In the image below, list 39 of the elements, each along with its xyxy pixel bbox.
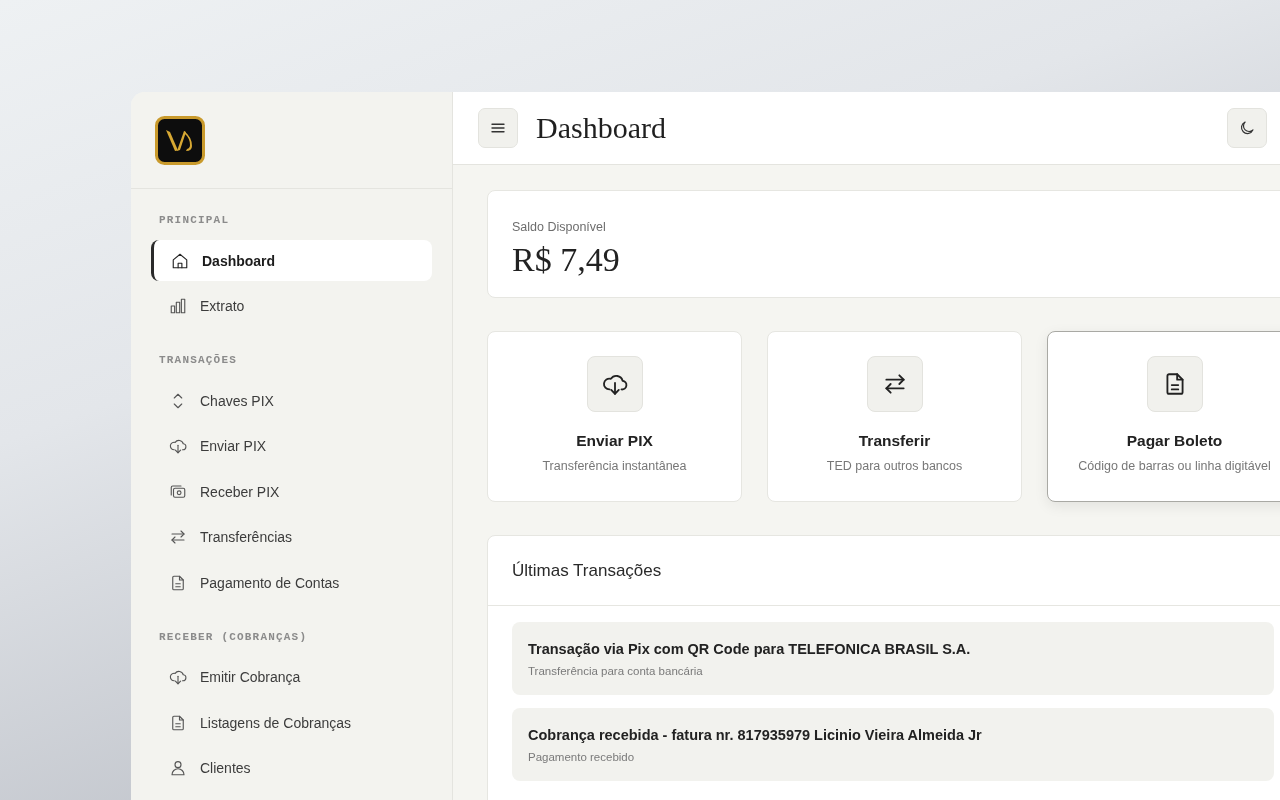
arrows-icon [169,528,187,546]
transaction-subtitle: Pagamento recebido [528,751,635,763]
action-card[interactable]: Pagar Boleto Código de barras ou linha digitável [1047,331,1280,502]
transaction-row[interactable]: Transação via Pix com QR Code para TELEFONICA BRASIL S.A. Transferência para conta bancária [512,622,1274,695]
nav-item[interactable]: Pagamento de Contas [151,562,432,603]
nav-item[interactable]: Extrato [151,285,432,327]
section-title: Últimas Transações [512,560,662,581]
section-heading: TRANSAÇÕES [158,354,238,366]
balance-amount: R$ 7,49 [512,241,620,279]
camera-icon [169,482,187,501]
cloud-download-icon [169,668,187,686]
nav-item[interactable]: Receber PIX [151,471,432,512]
logo-icon [155,115,205,165]
moon-icon [1238,119,1256,137]
document-icon [169,573,187,592]
transaction-row[interactable]: Cobrança recebida - fatura nr. 817935979 Licinio Vieira Almeida Jr Pagamento recebido [512,708,1274,781]
bar-chart-icon [169,297,187,315]
nav-item[interactable]: Clientes [151,747,432,789]
balance-label: Saldo Disponível [512,220,606,234]
theme-toggle-button[interactable] [1227,108,1267,148]
menu-button[interactable] [478,108,518,148]
action-card[interactable]: Transferir TED para outros bancos [767,331,1022,502]
transaction-title: Cobrança recebida - fatura nr. 817935979 Licinio Vieira Almeida Jr [528,727,982,743]
transaction-title: Transação via Pix com QR Code para TELEFONICA BRASIL S.A. [528,641,971,657]
section-heading: PRINCIPAL [158,214,231,226]
nav-item[interactable]: Emitir Cobrança [151,656,432,698]
transaction-subtitle: Transferência para conta bancária [528,665,703,677]
cloud-download-icon [169,437,187,455]
action-card[interactable]: Enviar PIX Transferência instantânea [487,331,742,502]
page-title: Dashboard [536,111,666,145]
nav-item[interactable]: Dashboard [151,240,432,281]
nav-item[interactable]: Enviar PIX [151,425,432,467]
section-heading: RECEBER (COBRANÇAS) [158,630,309,643]
document-icon [169,713,187,732]
nav-item[interactable]: Chaves PIX [151,380,432,421]
user-icon [169,759,187,777]
nav-item[interactable]: Transferências [151,516,432,558]
nav-item[interactable]: Listagens de Cobranças [151,702,432,743]
home-icon [171,251,189,270]
